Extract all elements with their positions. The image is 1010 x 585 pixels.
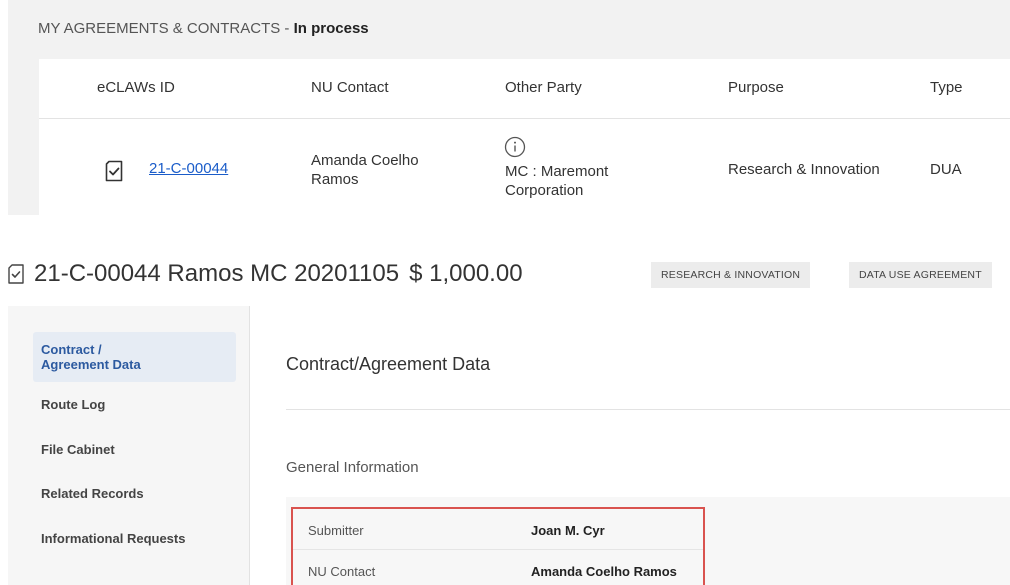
column-header-eclaws-id[interactable]: eCLAWs ID — [97, 79, 175, 96]
record-title-text: 21-C-00044 Ramos MC 20201105 — [34, 260, 400, 287]
column-header-type[interactable]: Type — [930, 79, 963, 96]
nu-contact-cell: Amanda Coelho Ramos — [311, 151, 419, 189]
record-amount: $ 1,000.00 — [409, 260, 523, 287]
sidebar-item-contract-agreement-data[interactable]: Contract / Agreement Data — [33, 332, 236, 382]
list-title-separator: - — [280, 20, 294, 37]
column-header-nu-contact[interactable]: NU Contact — [311, 79, 389, 96]
field-label-submitter: Submitter — [308, 523, 364, 538]
field-value-submitter: Joan M. Cyr — [531, 523, 605, 538]
divider — [286, 409, 1010, 410]
sidebar-item-label-line2: Agreement Data — [41, 357, 141, 372]
info-icon[interactable] — [504, 136, 526, 158]
field-value-nu-contact: Amanda Coelho Ramos — [531, 564, 677, 579]
list-title-text: MY AGREEMENTS & CONTRACTS — [38, 20, 281, 37]
other-party-cell: MC : Maremont Corporation — [505, 162, 608, 200]
nu-contact-line2: Ramos — [311, 171, 359, 188]
badge-purpose: RESEARCH & INNOVATION — [651, 262, 811, 288]
list-panel-title: MY AGREEMENTS & CONTRACTS - In process — [38, 20, 369, 37]
nu-contact-line1: Amanda Coelho — [311, 152, 419, 169]
eclaws-id-link[interactable]: 21-C-00044 — [149, 160, 228, 177]
column-header-other-party[interactable]: Other Party — [505, 79, 582, 96]
sidebar-item-informational-requests[interactable]: Informational Requests — [33, 531, 236, 546]
sidebar-item-file-cabinet[interactable]: File Cabinet — [33, 442, 236, 457]
field-divider — [293, 549, 703, 550]
column-header-purpose[interactable]: Purpose — [728, 79, 784, 96]
page-title: Contract/Agreement Data — [286, 354, 491, 374]
sidebar-item-related-records[interactable]: Related Records — [33, 486, 236, 501]
sidebar-item-label-line1: Contract / — [41, 342, 102, 357]
badge-type: DATA USE AGREEMENT — [849, 262, 992, 288]
record-title: 21-C-00044 Ramos MC 20201105 $ 1,000.00 — [8, 258, 523, 290]
table-row[interactable]: 21-C-00044 Amanda Coelho Ramos MC : Mare… — [39, 119, 1010, 215]
field-label-nu-contact: NU Contact — [308, 564, 376, 579]
agreements-list-panel: MY AGREEMENTS & CONTRACTS - In process e… — [8, 0, 1010, 215]
other-party-line2: Corporation — [505, 182, 584, 199]
sidebar-item-route-log[interactable]: Route Log — [33, 397, 236, 412]
table-header: eCLAWs ID NU Contact Other Party Purpose… — [39, 59, 1010, 119]
type-cell: DUA — [930, 161, 962, 178]
purpose-cell: Research & Innovation — [728, 161, 880, 178]
other-party-line1: MC : Maremont — [505, 163, 609, 180]
document-check-icon — [105, 160, 123, 182]
agreements-table: eCLAWs ID NU Contact Other Party Purpose… — [39, 59, 1010, 215]
document-check-icon — [8, 264, 24, 284]
list-status: In process — [293, 20, 369, 37]
section-title: General Information — [286, 459, 419, 476]
